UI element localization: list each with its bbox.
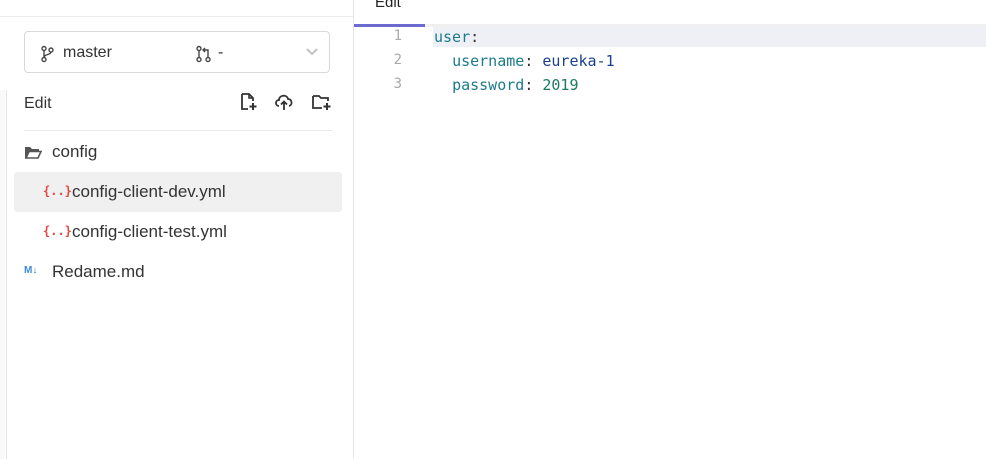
branch-name: master [63,44,112,61]
file-sidebar: master - Edit config {..} config-client-… [0,0,354,459]
new-file-icon [241,93,257,110]
tree-item-label: config [52,142,98,161]
code-content: password: 2019 [452,76,579,94]
pull-request-value: - [218,44,224,61]
code-content: user: [434,28,480,46]
sidebar-edge [0,90,7,459]
yaml-file-icon: {..} [43,184,72,198]
line-number: 3 [393,76,402,92]
tree-item-label: Redame.md [52,262,145,281]
git-branch-icon [40,45,54,68]
toolbar-title: Edit [24,95,52,112]
tree-file-config-client-test[interactable]: {..} config-client-test.yml [14,212,342,252]
pull-request-icon [195,45,213,68]
chevron-down-icon [305,44,319,63]
divider [0,16,353,17]
new-folder-icon [312,95,331,110]
tab-edit[interactable]: Edit [354,0,425,27]
code-line[interactable]: 3 password: 2019 [354,76,986,98]
code-line[interactable]: 2 username: eureka-1 [354,52,986,74]
line-number: 2 [393,52,402,68]
folder-open-icon [24,145,43,165]
cloud-upload-icon [275,94,293,110]
tree-folder-config[interactable]: config [14,132,342,172]
tree-item-label: config-client-test.yml [72,222,227,241]
branch-select[interactable]: master - [24,31,330,73]
code-content: username: eureka-1 [452,52,615,70]
upload-button[interactable] [273,92,295,114]
line-number: 1 [393,28,402,44]
new-folder-button[interactable] [311,92,333,114]
code-editor[interactable]: Edit 1 user: 2 username: eureka-1 3 pass… [354,0,986,459]
markdown-file-icon: M↓ [24,265,38,276]
yaml-file-icon: {..} [43,224,72,238]
new-file-button[interactable] [238,92,260,114]
tree-item-label: config-client-dev.yml [72,182,226,201]
tree-file-redame[interactable]: M↓ Redame.md [14,252,342,292]
file-toolbar: Edit [24,89,332,131]
code-line[interactable]: 1 user: [354,28,986,50]
tree-file-config-client-dev[interactable]: {..} config-client-dev.yml [14,172,342,212]
tab-edit-label: Edit [375,0,401,11]
